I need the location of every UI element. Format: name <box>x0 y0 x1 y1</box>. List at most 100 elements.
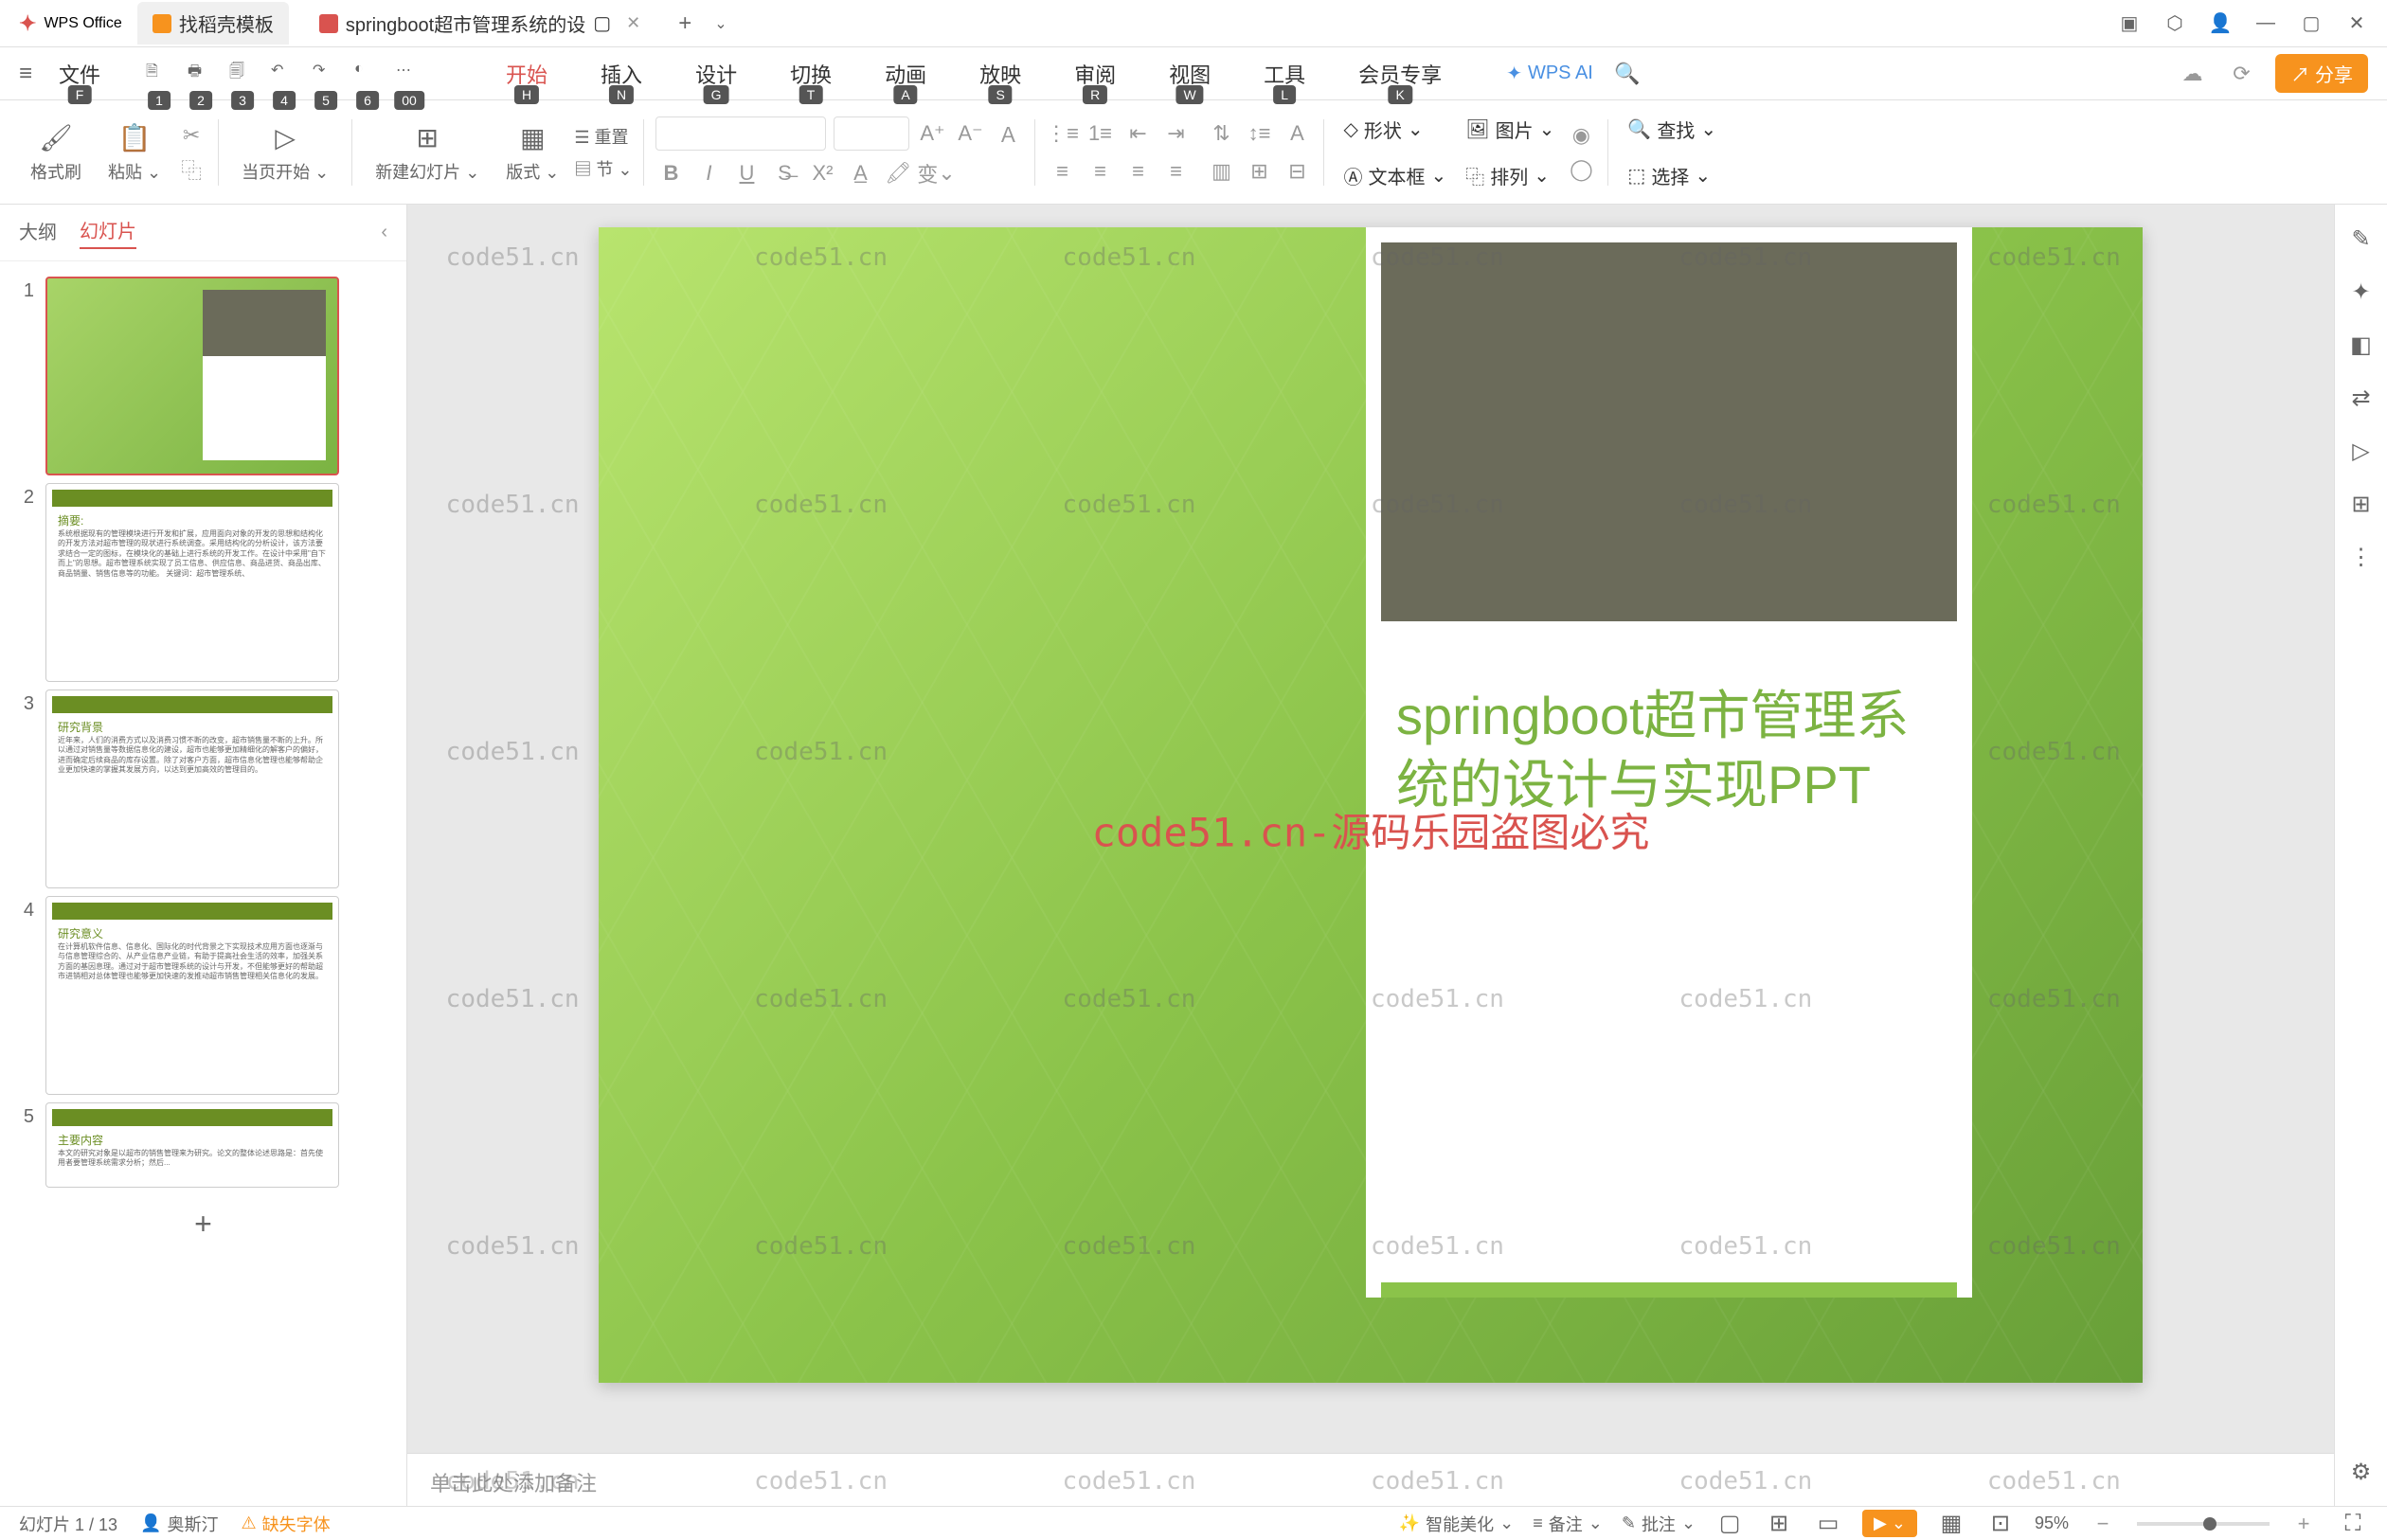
strikethrough-icon[interactable]: S̶ <box>769 158 799 188</box>
reset-button[interactable]: ☰ 重置 <box>574 124 632 149</box>
zoom-in-button[interactable]: + <box>2288 1509 2319 1539</box>
bullet-list-icon[interactable]: ⋮≡ <box>1047 118 1077 149</box>
title-image-placeholder[interactable] <box>1381 242 1957 621</box>
quick-access-6-icon[interactable]: ◐6 <box>354 61 381 87</box>
undo-icon[interactable]: ↶4 <box>271 61 297 87</box>
author-status[interactable]: 👤奥斯汀 <box>140 1512 218 1536</box>
tab-document[interactable]: springboot超市管理系统的设 ▢ ✕ <box>304 2 655 45</box>
number-list-icon[interactable]: 1≡ <box>1085 118 1115 149</box>
slide-thumb-3[interactable]: 研究背景 近年来，人们的消费方式以及消费习惯不断的改变，超市销售量不断的上升。所… <box>45 689 339 888</box>
cube-icon[interactable]: ⬡ <box>2163 12 2186 35</box>
window-layout-icon[interactable]: ▣ <box>2118 12 2141 35</box>
distribute-icon[interactable]: ⊟ <box>1282 156 1312 187</box>
shape-button[interactable]: ◇形状 ⌄ <box>1336 110 1454 149</box>
slide-title-text[interactable]: springboot超市管理系统的设计与实现PPT <box>1396 682 1942 820</box>
text-effects-icon[interactable]: A <box>1282 118 1312 149</box>
print-preview-icon[interactable]: 🗐3 <box>229 61 256 87</box>
tab-insert[interactable]: 插入N <box>593 55 650 93</box>
notes-input[interactable]: 单击此处添加备注 <box>407 1453 2334 1506</box>
slide-thumb-5[interactable]: 主要内容 本文的研究对象是以超市的销售管理来为研究。论文的整体论述思路是：首先使… <box>45 1102 339 1188</box>
present-mini-icon[interactable]: ▢ <box>593 11 611 35</box>
justify-icon[interactable]: ≡ <box>1160 156 1191 187</box>
save-icon[interactable]: 🗎1 <box>146 61 172 87</box>
align-right-icon[interactable]: ≡ <box>1122 156 1153 187</box>
comments-toggle[interactable]: ✎ 批注 ⌄ <box>1622 1512 1696 1536</box>
tab-view[interactable]: 视图W <box>1161 55 1218 93</box>
zoom-slider[interactable] <box>2137 1522 2270 1526</box>
zoom-out-button[interactable]: − <box>2088 1509 2118 1539</box>
slide-thumb-2[interactable]: 摘要: 系统根据现有的管理模块进行开发和扩展，应用面向对象的开发的思想和结构化的… <box>45 483 339 682</box>
title-card[interactable]: springboot超市管理系统的设计与实现PPT <box>1366 227 1972 1298</box>
minimize-button[interactable]: — <box>2254 12 2277 35</box>
italic-icon[interactable]: I <box>693 158 724 188</box>
select-button[interactable]: ⬚选择 ⌄ <box>1620 156 1724 195</box>
normal-view-icon[interactable]: ▢ <box>1714 1509 1745 1539</box>
clear-format-icon[interactable]: Ａ <box>993 118 1023 149</box>
decrease-font-icon[interactable]: A⁻ <box>955 118 985 149</box>
bold-icon[interactable]: B <box>655 158 686 188</box>
sorter-view-icon[interactable]: ⊞ <box>1764 1509 1794 1539</box>
slides-panel[interactable]: 1 2 摘要: 系统根据现有的管理模块进行开发和扩展，应用面向对象的开发的思想和… <box>0 261 406 1506</box>
rail-transition-icon[interactable]: ▷ <box>2346 436 2377 466</box>
tab-slideshow[interactable]: 放映S <box>972 55 1029 93</box>
increase-indent-icon[interactable]: ⇥ <box>1160 118 1191 149</box>
tab-vip[interactable]: 会员专享K <box>1351 55 1449 93</box>
highlight-icon[interactable]: 🖍 <box>883 158 913 188</box>
tab-home[interactable]: 开始H <box>498 55 555 93</box>
close-button[interactable]: ✕ <box>2345 12 2368 35</box>
align-left-icon[interactable]: ≡ <box>1047 156 1077 187</box>
superscript-icon[interactable]: X² <box>807 158 837 188</box>
wps-ai-button[interactable]: ✦ WPS AI <box>1506 62 1593 85</box>
font-name-select[interactable] <box>655 116 826 151</box>
reading-view-icon[interactable]: ▭ <box>1813 1509 1843 1539</box>
redo-icon[interactable]: ↷5 <box>313 61 339 87</box>
font-color-icon[interactable]: A̲ <box>845 158 875 188</box>
collapse-sidebar-icon[interactable]: ‹ <box>381 222 387 243</box>
start-current-button[interactable]: ▷ 当页开始 ⌄ <box>230 121 340 184</box>
rail-swap-icon[interactable]: ⇄ <box>2346 383 2377 413</box>
columns-icon[interactable]: ▥ <box>1206 156 1236 187</box>
close-icon[interactable]: ✕ <box>626 13 640 33</box>
find-button[interactable]: 🔍查找 ⌄ <box>1620 110 1724 149</box>
section-button[interactable]: ▤ 节 ⌄ <box>574 156 632 181</box>
copy-icon[interactable]: ⿻ <box>176 154 206 185</box>
cut-icon[interactable]: ✂ <box>176 120 206 151</box>
tab-template[interactable]: 找稻壳模板 <box>137 2 289 45</box>
underline-icon[interactable]: U <box>731 158 762 188</box>
fit-icon[interactable]: ⊡ <box>1985 1509 2016 1539</box>
slide-thumb-4[interactable]: 研究意义 在计算机软件信息、信息化、国际化的时代背景之下实现技术应用方面也逐渐与… <box>45 896 339 1095</box>
slide-thumb-1[interactable] <box>45 277 339 475</box>
rail-ai-icon[interactable]: ✦ <box>2346 277 2377 307</box>
slideshow-button[interactable]: ▶ ⌄ <box>1862 1510 1917 1537</box>
search-icon[interactable]: 🔍 <box>1612 59 1642 89</box>
rail-pencil-icon[interactable]: ✎ <box>2346 224 2377 254</box>
fill-icon[interactable]: ◉ <box>1566 120 1596 151</box>
text-direction-icon[interactable]: ⇅ <box>1206 118 1236 149</box>
fit-window-icon[interactable]: ⛶ <box>2338 1509 2368 1539</box>
share-button[interactable]: ↗ 分享 <box>2275 54 2368 93</box>
tab-animation[interactable]: 动画A <box>877 55 934 93</box>
add-slide-button[interactable]: + <box>0 1191 406 1257</box>
paste-group[interactable]: 📋 粘贴 ⌄ <box>97 121 172 184</box>
avatar-icon[interactable]: 👤 <box>2209 12 2232 35</box>
format-painter-group[interactable]: 🖌 格式刷 <box>19 121 93 184</box>
image-button[interactable]: 🖼图片 ⌄ <box>1458 110 1562 149</box>
tab-review[interactable]: 审阅R <box>1067 55 1123 93</box>
ruby-icon[interactable]: 变⌄ <box>921 158 951 188</box>
line-spacing-icon[interactable]: ↕≡ <box>1244 118 1274 149</box>
notes-toggle[interactable]: ≡ 备注 ⌄ <box>1533 1512 1603 1536</box>
align-center-icon[interactable]: ≡ <box>1085 156 1115 187</box>
rail-grid-icon[interactable]: ⊞ <box>2346 489 2377 519</box>
smart-beautify-button[interactable]: ✨智能美化 ⌄ <box>1399 1512 1515 1536</box>
file-menu[interactable]: 文件 F <box>51 55 108 93</box>
missing-font-status[interactable]: ⚠缺失字体 <box>241 1512 330 1536</box>
decrease-indent-icon[interactable]: ⇤ <box>1122 118 1153 149</box>
layout-button[interactable]: ▦ 版式 ⌄ <box>494 121 570 184</box>
quick-access-more-icon[interactable]: ⋯00 <box>396 61 422 87</box>
tab-tools[interactable]: 工具L <box>1256 55 1313 93</box>
rail-theme-icon[interactable]: ◧ <box>2346 330 2377 360</box>
textbox-button[interactable]: Ⓐ文本框 ⌄ <box>1336 156 1454 195</box>
rail-dots-icon[interactable]: ⋮ <box>2346 542 2377 572</box>
increase-font-icon[interactable]: A⁺ <box>917 118 947 149</box>
cloud-icon[interactable]: ☁ <box>2177 59 2207 89</box>
